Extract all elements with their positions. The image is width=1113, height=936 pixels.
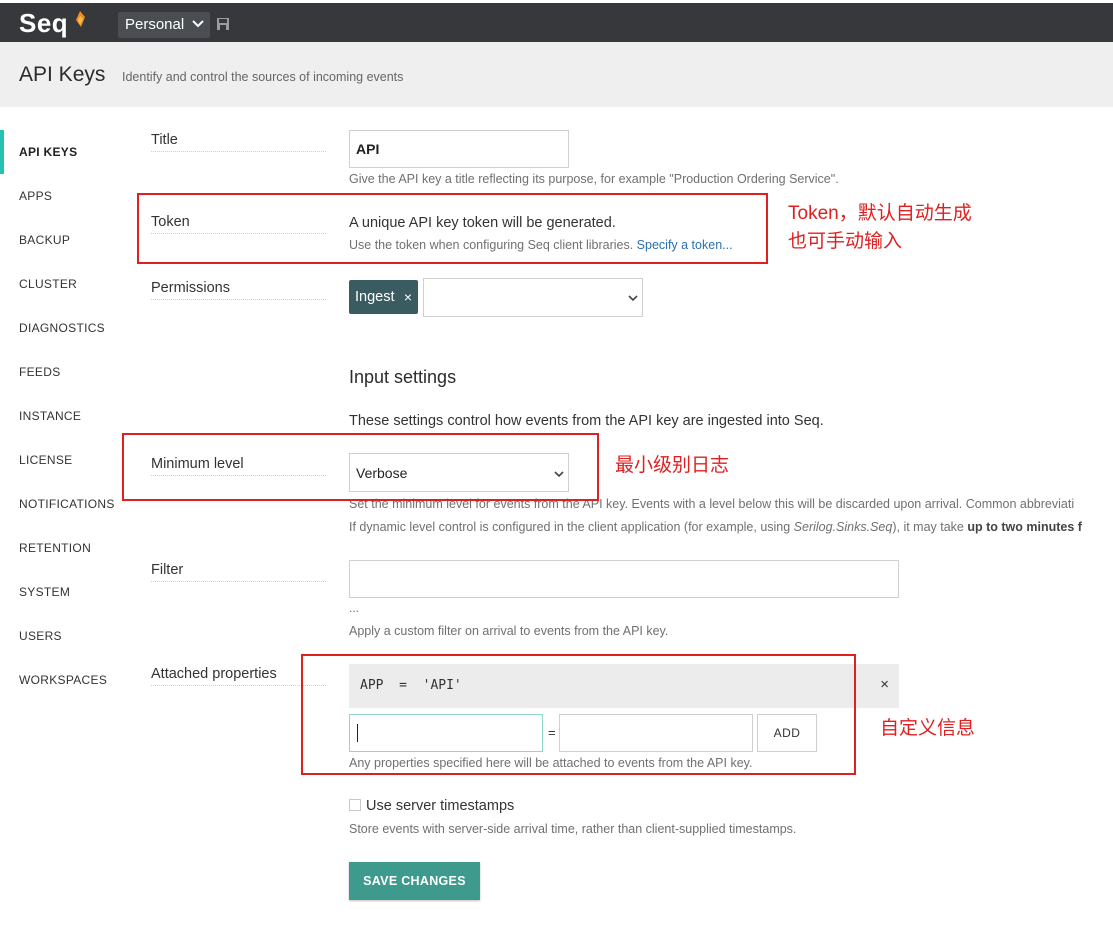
top-bar: Seq Personal	[0, 0, 1113, 42]
remove-tag-icon[interactable]: ×	[404, 280, 412, 314]
sidebar-item-users[interactable]: USERS	[0, 614, 130, 658]
sidebar-item-diagnostics[interactable]: DIAGNOSTICS	[0, 306, 130, 350]
sidebar-item-system[interactable]: SYSTEM	[0, 570, 130, 614]
title-label: Title	[151, 132, 326, 152]
chevron-down-icon	[192, 20, 204, 28]
permission-tag-label: Ingest	[355, 289, 395, 305]
filter-label: Filter	[151, 562, 326, 582]
server-timestamps-help: Store events with server-side arrival ti…	[349, 822, 797, 836]
title-help: Give the API key a title reflecting its …	[349, 172, 839, 186]
permissions-label: Permissions	[151, 280, 326, 300]
sidebar-item-retention[interactable]: RETENTION	[0, 526, 130, 570]
filter-help: Apply a custom filter on arrival to even…	[349, 624, 669, 638]
dynamic-level-help: If dynamic level control is configured i…	[349, 520, 1082, 534]
sidebar-item-apps[interactable]: APPS	[0, 174, 130, 218]
save-changes-button[interactable]: SAVE CHANGES	[349, 862, 480, 900]
seq-logo[interactable]: Seq	[19, 8, 68, 39]
server-timestamps-checkbox[interactable]	[349, 799, 361, 811]
annotation-box-token	[137, 193, 768, 264]
input-settings-description: These settings control how events from t…	[349, 413, 824, 429]
sidebar-item-notifications[interactable]: NOTIFICATIONS	[0, 482, 130, 526]
annotation-token-line2: 也可手动输入	[788, 231, 903, 252]
attached-properties-label: Attached properties	[151, 666, 326, 686]
flame-icon	[76, 11, 85, 27]
dynamic-level-help-pre: If dynamic level control is configured i…	[349, 520, 794, 534]
annotation-level: 最小级别日志	[615, 455, 730, 476]
save-icon[interactable]	[217, 18, 229, 30]
workspace-label: Personal	[125, 16, 185, 33]
filter-ellipsis: ...	[349, 601, 360, 615]
sidebar-item-api-keys[interactable]: API KEYS	[0, 130, 130, 174]
page-title: API Keys	[19, 63, 106, 86]
sidebar-item-backup[interactable]: BACKUP	[0, 218, 130, 262]
sidebar-item-workspaces[interactable]: WORKSPACES	[0, 658, 130, 702]
title-input[interactable]: API	[349, 130, 569, 168]
permissions-select[interactable]	[423, 278, 643, 317]
sidebar-item-cluster[interactable]: CLUSTER	[0, 262, 130, 306]
dynamic-level-help-em: Serilog.Sinks.Seq	[793, 520, 893, 534]
annotation-box-level	[122, 433, 599, 501]
permission-tag-ingest: Ingest ×	[349, 280, 418, 314]
sidebar-item-feeds[interactable]: FEEDS	[0, 350, 130, 394]
dynamic-level-help-mid: ), it may take	[892, 520, 968, 534]
annotation-properties: 自定义信息	[880, 718, 976, 739]
title-input-value: API	[356, 141, 380, 157]
workspace-selector[interactable]: Personal	[118, 12, 210, 38]
server-timestamps-label[interactable]: Use server timestamps	[366, 798, 514, 814]
remove-property-icon[interactable]: ×	[880, 676, 889, 693]
page-subtitle: Identify and control the sources of inco…	[122, 70, 404, 84]
sidebar-item-license[interactable]: LICENSE	[0, 438, 130, 482]
filter-input[interactable]	[349, 560, 899, 598]
annotation-token-line1: Token，默认自动生成	[788, 203, 972, 224]
annotation-token: Token，默认自动生成 也可手动输入	[788, 200, 972, 256]
dynamic-level-help-strong: up to two minutes f	[967, 520, 1082, 534]
input-settings-heading: Input settings	[349, 367, 457, 387]
chevron-down-icon	[628, 295, 638, 302]
page-header: API Keys Identify and control the source…	[0, 42, 1113, 107]
sidebar-item-instance[interactable]: INSTANCE	[0, 394, 130, 438]
annotation-box-properties	[301, 654, 856, 775]
